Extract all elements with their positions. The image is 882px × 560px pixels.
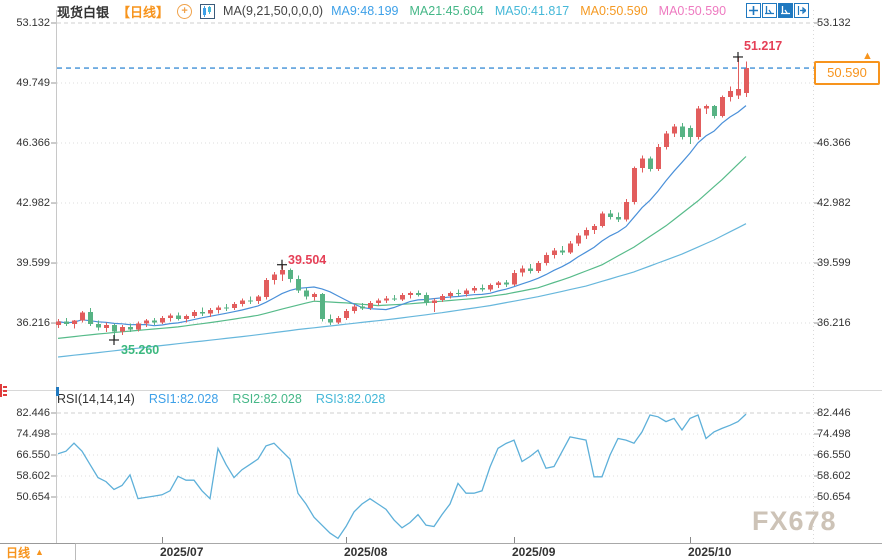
axis-tick-label: 74.498 [817, 427, 851, 441]
rsi-value-label: RSI1:82.028 [149, 392, 219, 406]
ma-value-label: MA0:50.590 [659, 4, 726, 18]
time-tick-label: 2025/07 [160, 545, 203, 559]
axis-tick-label: 42.982 [0, 196, 50, 210]
axis-tick-label: 66.550 [0, 448, 50, 462]
pane-marker [56, 387, 59, 396]
axis-tick-label: 82.446 [0, 406, 50, 420]
axis-tick-label: 50.654 [0, 490, 50, 504]
axis-tick-label: 53.132 [0, 16, 50, 30]
axis-tick-label: 39.599 [817, 256, 851, 270]
ma9-line [58, 106, 746, 326]
add-indicator-icon[interactable]: + [177, 4, 192, 19]
ma-settings-label[interactable]: MA(9,21,50,0,0,0) [223, 4, 323, 18]
rsi-value-label: RSI3:82.028 [316, 392, 386, 406]
axis-scale-left-icon[interactable] [762, 3, 777, 18]
time-tick-label: 2025/09 [512, 545, 555, 559]
pan-icon[interactable] [746, 3, 761, 18]
rsi-settings-label[interactable]: RSI(14,14,14) [57, 392, 135, 406]
ma21-line [58, 157, 746, 339]
swing-low-label: 35.260 [121, 343, 159, 357]
rsi-header: RSI(14,14,14) RSI1:82.028 RSI2:82.028 RSI3… [57, 392, 385, 406]
chart-header: 现货白银 【日线】 + MA(9,21,50,0,0,0) MA9:48.199… [57, 2, 726, 20]
candles-layer [56, 57, 749, 340]
axis-tick-label: 58.602 [817, 469, 851, 483]
chart-app: 现货白银 【日线】 + MA(9,21,50,0,0,0) MA9:48.199… [0, 0, 882, 560]
period-label[interactable]: 【日线】 [117, 2, 169, 21]
ma50-line [58, 224, 746, 357]
ma-values: MA9:48.199 MA21:45.604 MA50:41.817 MA0:50.5… [331, 4, 726, 18]
triangle-up-icon: ▲ [35, 547, 44, 557]
time-tick-label: 2025/10 [688, 545, 731, 559]
axis-tick-label: 46.366 [817, 136, 851, 150]
period-tab-label: 日线 [6, 544, 30, 560]
axis-tick-label: 46.366 [0, 136, 50, 150]
axis-tick-label: 36.216 [817, 316, 851, 330]
chart-toolbar [746, 3, 809, 18]
axis-tick-label: 50.654 [817, 490, 851, 504]
ma-value-label: MA0:50.590 [580, 4, 647, 18]
pane-resize-handle[interactable] [0, 384, 10, 397]
axis-tick-label: 58.602 [0, 469, 50, 483]
axis-tick-label: 74.498 [0, 427, 50, 441]
axis-tick-label: 66.550 [817, 448, 851, 462]
latest-high-label: 51.217 [744, 39, 782, 53]
current-price-badge: 50.590 [814, 61, 880, 85]
watermark: FX678 [752, 506, 837, 537]
axis-tick-label: 39.599 [0, 256, 50, 270]
ma-value-label: MA21:45.604 [410, 4, 484, 18]
axis-tick-label: 82.446 [817, 406, 851, 420]
chart-canvas[interactable] [0, 0, 882, 560]
period-tab-daily[interactable]: 日线 ▲ [0, 543, 76, 560]
swing-high-label: 39.504 [288, 253, 326, 267]
rsi-value-label: RSI2:82.028 [232, 392, 302, 406]
time-tick-label: 2025/08 [344, 545, 387, 559]
axis-tick-label: 53.132 [817, 16, 851, 30]
symbol-title: 现货白银 [57, 2, 109, 21]
axis-tick-label: 42.982 [817, 196, 851, 210]
candlestick-chart-icon[interactable] [200, 4, 215, 19]
axis-tick-label: 49.749 [0, 76, 50, 90]
price-up-arrow-icon: ▲ [862, 50, 873, 62]
ma-value-label: MA9:48.199 [331, 4, 398, 18]
axis-scale-right-icon[interactable] [778, 3, 793, 18]
rsi-values: RSI1:82.028 RSI2:82.028 RSI3:82.028 [149, 392, 386, 406]
axis-tick-label: 36.216 [0, 316, 50, 330]
ma-value-label: MA50:41.817 [495, 4, 569, 18]
collapse-panel-icon[interactable] [794, 3, 809, 18]
